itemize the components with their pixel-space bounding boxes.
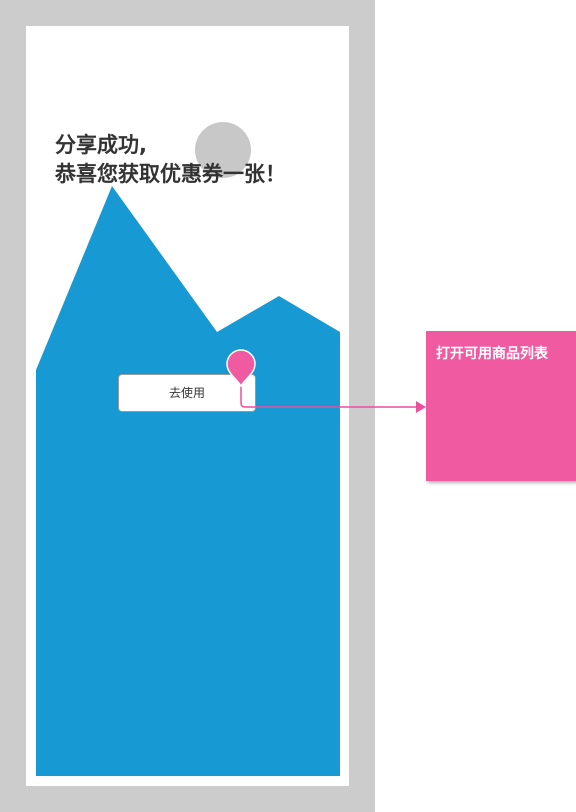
success-headline: 分享成功, 恭喜您获取优惠券一张！ xyxy=(55,131,286,189)
coupon-success-screen: 分享成功, 恭喜您获取优惠券一张！ 去使用 xyxy=(26,26,349,786)
mountain-shape xyxy=(36,186,340,776)
annotation-note-text: 打开可用商品列表 xyxy=(436,346,548,362)
headline-line-1: 分享成功, xyxy=(55,133,147,157)
prototype-canvas: 分享成功, 恭喜您获取优惠券一张！ 去使用 打开可用商品列表 xyxy=(0,0,576,812)
annotation-note-card: 打开可用商品列表 xyxy=(426,331,576,481)
device-frame: 分享成功, 恭喜您获取优惠券一张！ 去使用 xyxy=(0,0,375,812)
use-coupon-button[interactable]: 去使用 xyxy=(118,374,256,412)
connector-arrowhead-icon xyxy=(416,401,426,413)
headline-line-2: 恭喜您获取优惠券一张！ xyxy=(55,162,286,186)
